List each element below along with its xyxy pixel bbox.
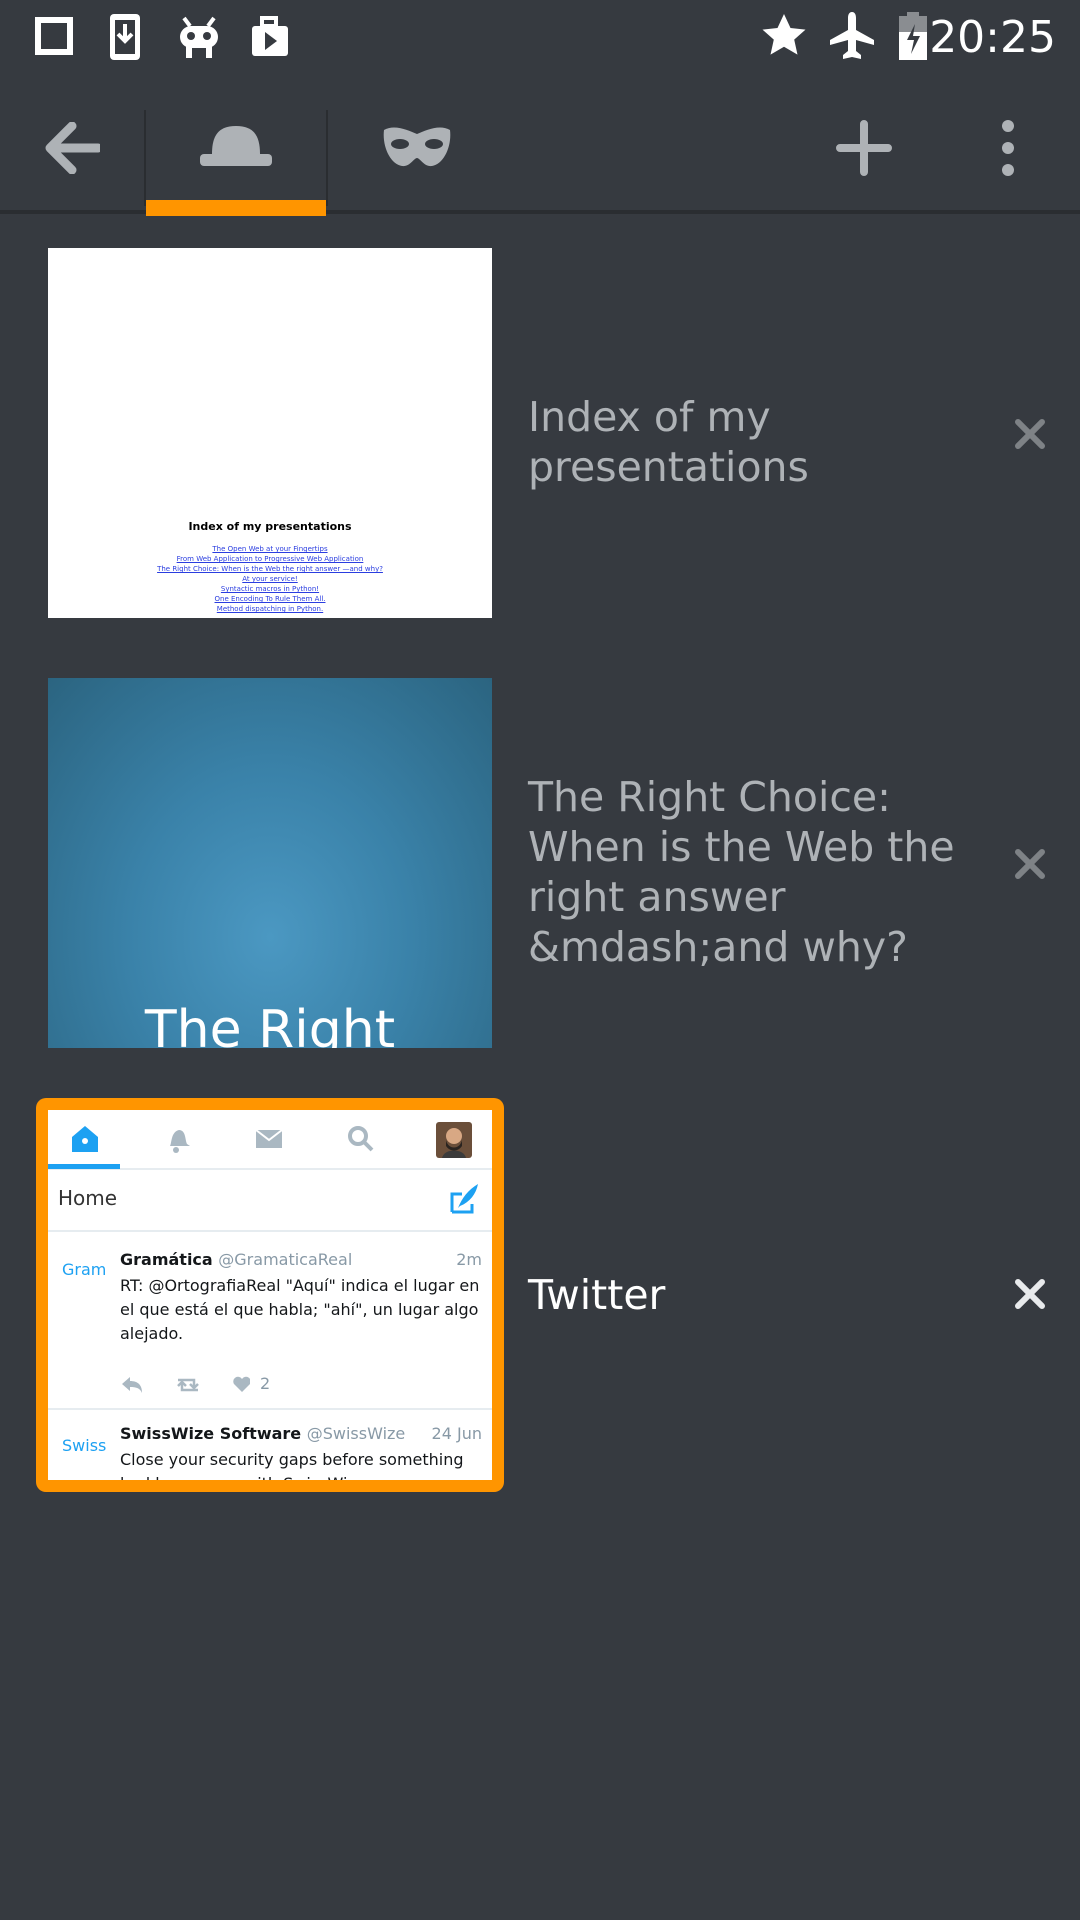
tab-item[interactable]: The Right The Right Choice: When is the … (0, 678, 1080, 1048)
tab-item[interactable]: Index of my presentations The Open Web a… (0, 248, 1080, 618)
status-time: 20:25 (929, 12, 1056, 63)
close-tab-icon[interactable] (1008, 1272, 1052, 1316)
thumbnail-link: The Right Choice: When is the Web the ri… (157, 565, 383, 573)
download-icon (110, 14, 140, 60)
thumbnail-heading: Index of my presentations (188, 520, 352, 533)
tab-item-selected[interactable]: Home Gram Gramática @GramaticaReal 2m RT… (0, 1098, 1080, 1492)
tweet-author-name: SwissWize Software (120, 1424, 302, 1443)
normal-tabs-hat-icon[interactable] (198, 124, 274, 168)
tweet-avatar-text: Swiss (62, 1436, 107, 1455)
star-icon (762, 14, 806, 55)
selected-tab-indicator (146, 200, 326, 216)
twitter-page-title: Home (58, 1186, 118, 1210)
avatar (436, 1122, 472, 1158)
close-tab-icon[interactable] (1008, 412, 1052, 456)
divider (48, 1230, 492, 1232)
thumbnail-link: Syntactic macros in Python! (220, 585, 320, 593)
tweet-author-handle: @GramaticaReal (218, 1250, 353, 1269)
tweet-text: RT: @OrtografiaReal "Aquí" indica el lug… (120, 1276, 480, 1343)
tweet-actions (122, 1376, 250, 1393)
search-icon (348, 1126, 374, 1152)
reply-icon (122, 1377, 142, 1393)
tab-title[interactable]: Index of my presentations (528, 392, 968, 492)
tab-thumbnail[interactable]: Home Gram Gramática @GramaticaReal 2m RT… (48, 1110, 492, 1480)
tweet-time: 2m (456, 1250, 482, 1269)
compose-tweet-icon (450, 1184, 478, 1214)
thumbnail-link: Method dispatching in Python. (216, 605, 324, 613)
close-tab-icon[interactable] (1008, 842, 1052, 886)
selected-tab-frame: Home Gram Gramática @GramaticaReal 2m RT… (36, 1098, 504, 1492)
thumbnail-link-list: The Open Web at your Fingertips From Web… (48, 544, 492, 614)
divider (48, 1408, 492, 1410)
retweet-icon (177, 1378, 199, 1392)
thumbnail-link: The Open Web at your Fingertips (212, 545, 328, 553)
tab-thumbnail[interactable]: Index of my presentations The Open Web a… (48, 248, 492, 618)
back-arrow-icon[interactable] (44, 122, 100, 174)
thumbnail-slide-text: The Right (144, 1000, 396, 1048)
messages-envelope-icon (255, 1129, 283, 1148)
thumbnail-link: One Encoding To Rule Them All. (214, 595, 326, 603)
square-icon (35, 17, 73, 55)
status-bar: 20:25 (0, 0, 1080, 78)
tweet-author: SwissWize Software @SwissWize (120, 1424, 405, 1443)
tweet-like-count: 2 (260, 1374, 271, 1393)
private-tabs-mask-icon[interactable] (380, 124, 454, 170)
tweet-author-handle: @SwissWize (306, 1424, 406, 1443)
notifications-bell-icon (168, 1130, 190, 1153)
tweet-author-name: Gramática (120, 1250, 213, 1269)
overflow-menu-icon[interactable] (996, 120, 1020, 176)
tab-thumbnail[interactable]: The Right (48, 678, 492, 1048)
tweet-time: 24 Jun (431, 1424, 482, 1443)
twitter-nav-indicator (48, 1164, 120, 1169)
tabs-toolbar (0, 78, 1080, 214)
battery-charging-icon (899, 12, 927, 60)
tweet-avatar-text: Gram (62, 1260, 107, 1279)
tab-title[interactable]: The Right Choice: When is the Web the ri… (528, 772, 968, 972)
tweet-author: Gramática @GramaticaReal (120, 1250, 352, 1269)
airplane-icon (830, 12, 874, 59)
thumbnail-link: From Web Application to Progressive Web … (176, 555, 364, 563)
like-heart-icon (233, 1376, 250, 1392)
twitter-nav-bar (48, 1110, 492, 1170)
cyanogen-mascot-icon (180, 16, 218, 58)
tab-title[interactable]: Twitter (528, 1270, 968, 1320)
toolbar-separator (326, 110, 328, 206)
tweet-text: Close your security gaps before somethin… (120, 1450, 464, 1480)
toolbar-separator (144, 110, 146, 206)
add-tab-icon[interactable] (836, 120, 892, 176)
media-icon (252, 16, 288, 56)
thumbnail-link: At your service! (242, 575, 298, 583)
home-icon (72, 1126, 98, 1152)
